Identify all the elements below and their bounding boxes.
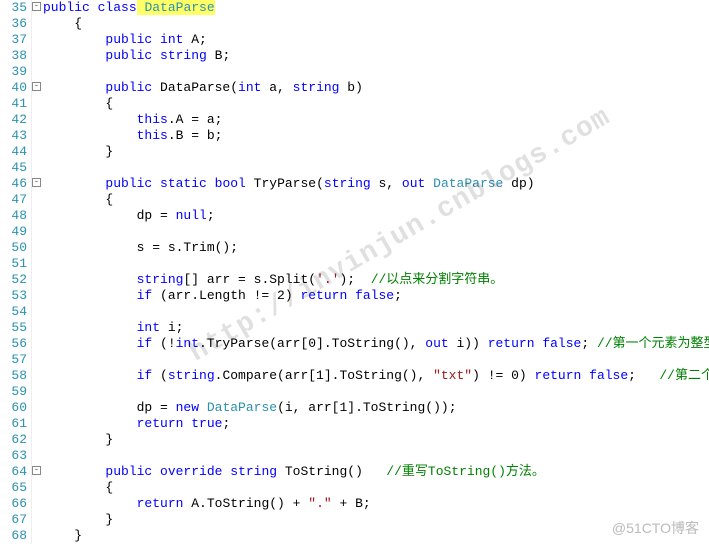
- line-number: 39: [8, 64, 27, 80]
- line-number: 45: [8, 160, 27, 176]
- fold-toggle[interactable]: -: [32, 80, 41, 96]
- line-number: 42: [8, 112, 27, 128]
- code-line: public int A;: [43, 32, 709, 48]
- code-line: public string B;: [43, 48, 709, 64]
- line-number: 55: [8, 320, 27, 336]
- code-line: {: [43, 96, 709, 112]
- fold-toggle[interactable]: -: [32, 0, 41, 16]
- line-number: 44: [8, 144, 27, 160]
- code-line: dp = new DataParse(i, arr[1].ToString())…: [43, 400, 709, 416]
- code-line: [43, 384, 709, 400]
- code-line: [43, 256, 709, 272]
- code-line: dp = null;: [43, 208, 709, 224]
- line-number: 63: [8, 448, 27, 464]
- line-number: 57: [8, 352, 27, 368]
- line-number: 67: [8, 512, 27, 528]
- code-editor: 35 36 37 38 39 40 41 42 43 44 45 46 47 4…: [0, 0, 709, 544]
- line-number: 60: [8, 400, 27, 416]
- line-number: 53: [8, 288, 27, 304]
- line-number: 52: [8, 272, 27, 288]
- code-line: }: [43, 528, 709, 544]
- code-line: {: [43, 16, 709, 32]
- line-number: 40: [8, 80, 27, 96]
- code-line: }: [43, 512, 709, 528]
- code-line: {: [43, 480, 709, 496]
- line-number: 64: [8, 464, 27, 480]
- code-line: {: [43, 192, 709, 208]
- code-line: [43, 224, 709, 240]
- code-line: [43, 304, 709, 320]
- code-line: return true;: [43, 416, 709, 432]
- line-number: 35: [8, 0, 27, 16]
- line-number: 65: [8, 480, 27, 496]
- line-number: 41: [8, 96, 27, 112]
- line-number: 46: [8, 176, 27, 192]
- line-number: 66: [8, 496, 27, 512]
- line-number: 68: [8, 528, 27, 544]
- code-line: public class DataParse: [43, 0, 709, 16]
- line-number: 56: [8, 336, 27, 352]
- line-number: 50: [8, 240, 27, 256]
- code-body[interactable]: public class DataParse { public int A; p…: [41, 0, 709, 544]
- fold-toggle[interactable]: -: [32, 176, 41, 192]
- code-line: public static bool TryParse(string s, ou…: [43, 176, 709, 192]
- code-line: if (!int.TryParse(arr[0].ToString(), out…: [43, 336, 709, 352]
- corner-watermark: @51CTO博客: [612, 518, 699, 538]
- fold-toggle[interactable]: -: [32, 464, 41, 480]
- code-line: string[] arr = s.Split('.'); //以点来分割字符串。: [43, 272, 709, 288]
- line-number: 54: [8, 304, 27, 320]
- code-line: }: [43, 432, 709, 448]
- code-line: }: [43, 144, 709, 160]
- code-line: this.B = b;: [43, 128, 709, 144]
- code-line: return A.ToString() + "." + B;: [43, 496, 709, 512]
- code-line: [43, 64, 709, 80]
- line-number-gutter: 35 36 37 38 39 40 41 42 43 44 45 46 47 4…: [0, 0, 32, 544]
- fold-gutter: - - - -: [32, 0, 41, 544]
- line-number: 49: [8, 224, 27, 240]
- code-line: public DataParse(int a, string b): [43, 80, 709, 96]
- code-line: if (arr.Length != 2) return false;: [43, 288, 709, 304]
- line-number: 61: [8, 416, 27, 432]
- line-number: 36: [8, 16, 27, 32]
- line-number: 37: [8, 32, 27, 48]
- line-number: 51: [8, 256, 27, 272]
- code-line: [43, 448, 709, 464]
- line-number: 38: [8, 48, 27, 64]
- code-line: [43, 160, 709, 176]
- code-line: [43, 352, 709, 368]
- line-number: 47: [8, 192, 27, 208]
- code-line: int i;: [43, 320, 709, 336]
- line-number: 62: [8, 432, 27, 448]
- line-number: 59: [8, 384, 27, 400]
- code-line: s = s.Trim();: [43, 240, 709, 256]
- line-number: 58: [8, 368, 27, 384]
- code-line: if (string.Compare(arr[1].ToString(), "t…: [43, 368, 709, 384]
- line-number: 43: [8, 128, 27, 144]
- code-line: this.A = a;: [43, 112, 709, 128]
- code-line: public override string ToString() //重写To…: [43, 464, 709, 480]
- line-number: 48: [8, 208, 27, 224]
